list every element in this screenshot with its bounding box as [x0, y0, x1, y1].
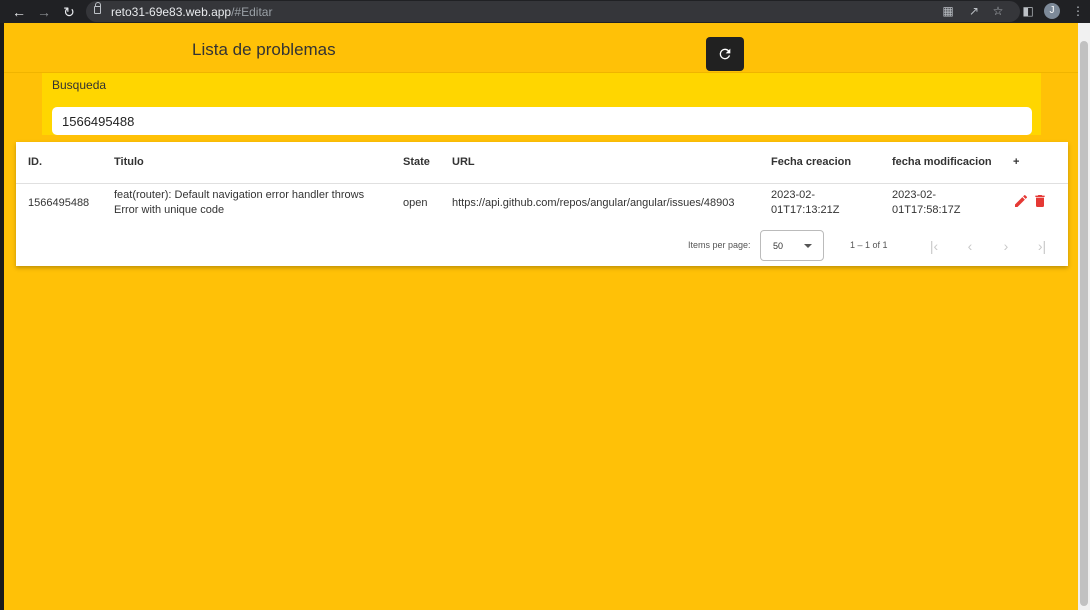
cell-titulo-line-1: feat(router): Default navigation error h… [114, 189, 365, 201]
paginator: Items per page: 50 1 – 1 of 1 |‹ ‹ › ›| [16, 226, 1068, 266]
share-icon[interactable]: ↗ [966, 3, 982, 19]
refresh-button[interactable] [706, 37, 744, 71]
cell-fecha-modificacion: 2023-02- 01T17:58:17Z [892, 188, 961, 218]
chevron-down-icon [804, 244, 812, 248]
page-title: Lista de problemas [192, 40, 336, 59]
page-scrollbar[interactable] [1078, 23, 1090, 610]
cell-fecha-modificacion-line-1: 2023-02- [892, 189, 937, 201]
url-host: reto31-69e83.web.app [111, 5, 232, 19]
edit-pencil-icon[interactable] [1013, 193, 1029, 209]
browser-toolbar: ← → ↻ reto31-69e83.web.app/#Editar ▦ ↗ ☆… [0, 0, 1090, 23]
refresh-icon [719, 48, 731, 60]
cell-fecha-creacion-line-2: 01T17:13:21Z [771, 204, 840, 216]
table-header: ID. Titulo State URL Fecha creacion fech… [16, 142, 1068, 184]
reload-icon[interactable]: ↻ [60, 3, 78, 21]
items-per-page-label: Items per page: [688, 240, 751, 250]
url-text: reto31-69e83.web.app/#Editar [111, 5, 272, 19]
bookmark-star-icon[interactable]: ☆ [990, 3, 1006, 19]
back-icon[interactable]: ← [10, 3, 28, 21]
last-page-icon[interactable]: ›| [1032, 236, 1052, 256]
cell-state: open [403, 197, 428, 209]
column-header-fecha-modificacion[interactable]: fecha modificacion [892, 156, 992, 168]
table-row[interactable]: 1566495488 feat(router): Default navigat… [16, 184, 1068, 226]
column-header-state[interactable]: State [403, 156, 430, 168]
items-per-page-value: 50 [773, 241, 784, 251]
profile-avatar[interactable]: J [1044, 3, 1060, 19]
issues-table: ID. Titulo State URL Fecha creacion fech… [16, 142, 1068, 266]
scrollbar-thumb[interactable] [1080, 41, 1088, 606]
cell-fecha-creacion-line-1: 2023-02- [771, 189, 816, 201]
previous-page-icon[interactable]: ‹ [960, 236, 980, 256]
address-bar[interactable]: reto31-69e83.web.app/#Editar [86, 1, 1020, 22]
cell-fecha-modificacion-line-2: 01T17:58:17Z [892, 204, 961, 216]
cell-id: 1566495488 [28, 197, 90, 209]
window-edge [0, 23, 4, 610]
trash-icon[interactable] [1032, 193, 1048, 209]
add-button[interactable]: + [1013, 156, 1019, 168]
column-header-id[interactable]: ID. [28, 156, 42, 168]
search-panel: Busqueda [42, 73, 1041, 135]
next-page-icon[interactable]: › [996, 236, 1016, 256]
side-panel-icon[interactable]: ◧ [1020, 3, 1036, 19]
lock-icon [94, 2, 101, 14]
column-header-url[interactable]: URL [452, 156, 475, 168]
search-label: Busqueda [52, 78, 107, 92]
app-header: Lista de problemas [4, 23, 1078, 73]
forward-icon[interactable]: → [35, 3, 53, 21]
cell-url: https://api.github.com/repos/angular/ang… [452, 197, 735, 209]
range-label: 1 – 1 of 1 [850, 240, 888, 250]
first-page-icon[interactable]: |‹ [924, 236, 944, 256]
url-path: /#Editar [231, 5, 273, 19]
column-header-titulo[interactable]: Titulo [114, 156, 144, 168]
cell-titulo-line-2: Error with unique code [114, 204, 225, 216]
search-input[interactable] [52, 107, 1032, 135]
translate-icon[interactable]: ▦ [940, 3, 956, 19]
kebab-menu-icon[interactable]: ⋮ [1070, 3, 1086, 19]
column-header-fecha-creacion[interactable]: Fecha creacion [771, 156, 851, 168]
cell-titulo: feat(router): Default navigation error h… [114, 188, 364, 218]
cell-fecha-creacion: 2023-02- 01T17:13:21Z [771, 188, 840, 218]
items-per-page-select[interactable]: 50 [760, 230, 824, 261]
